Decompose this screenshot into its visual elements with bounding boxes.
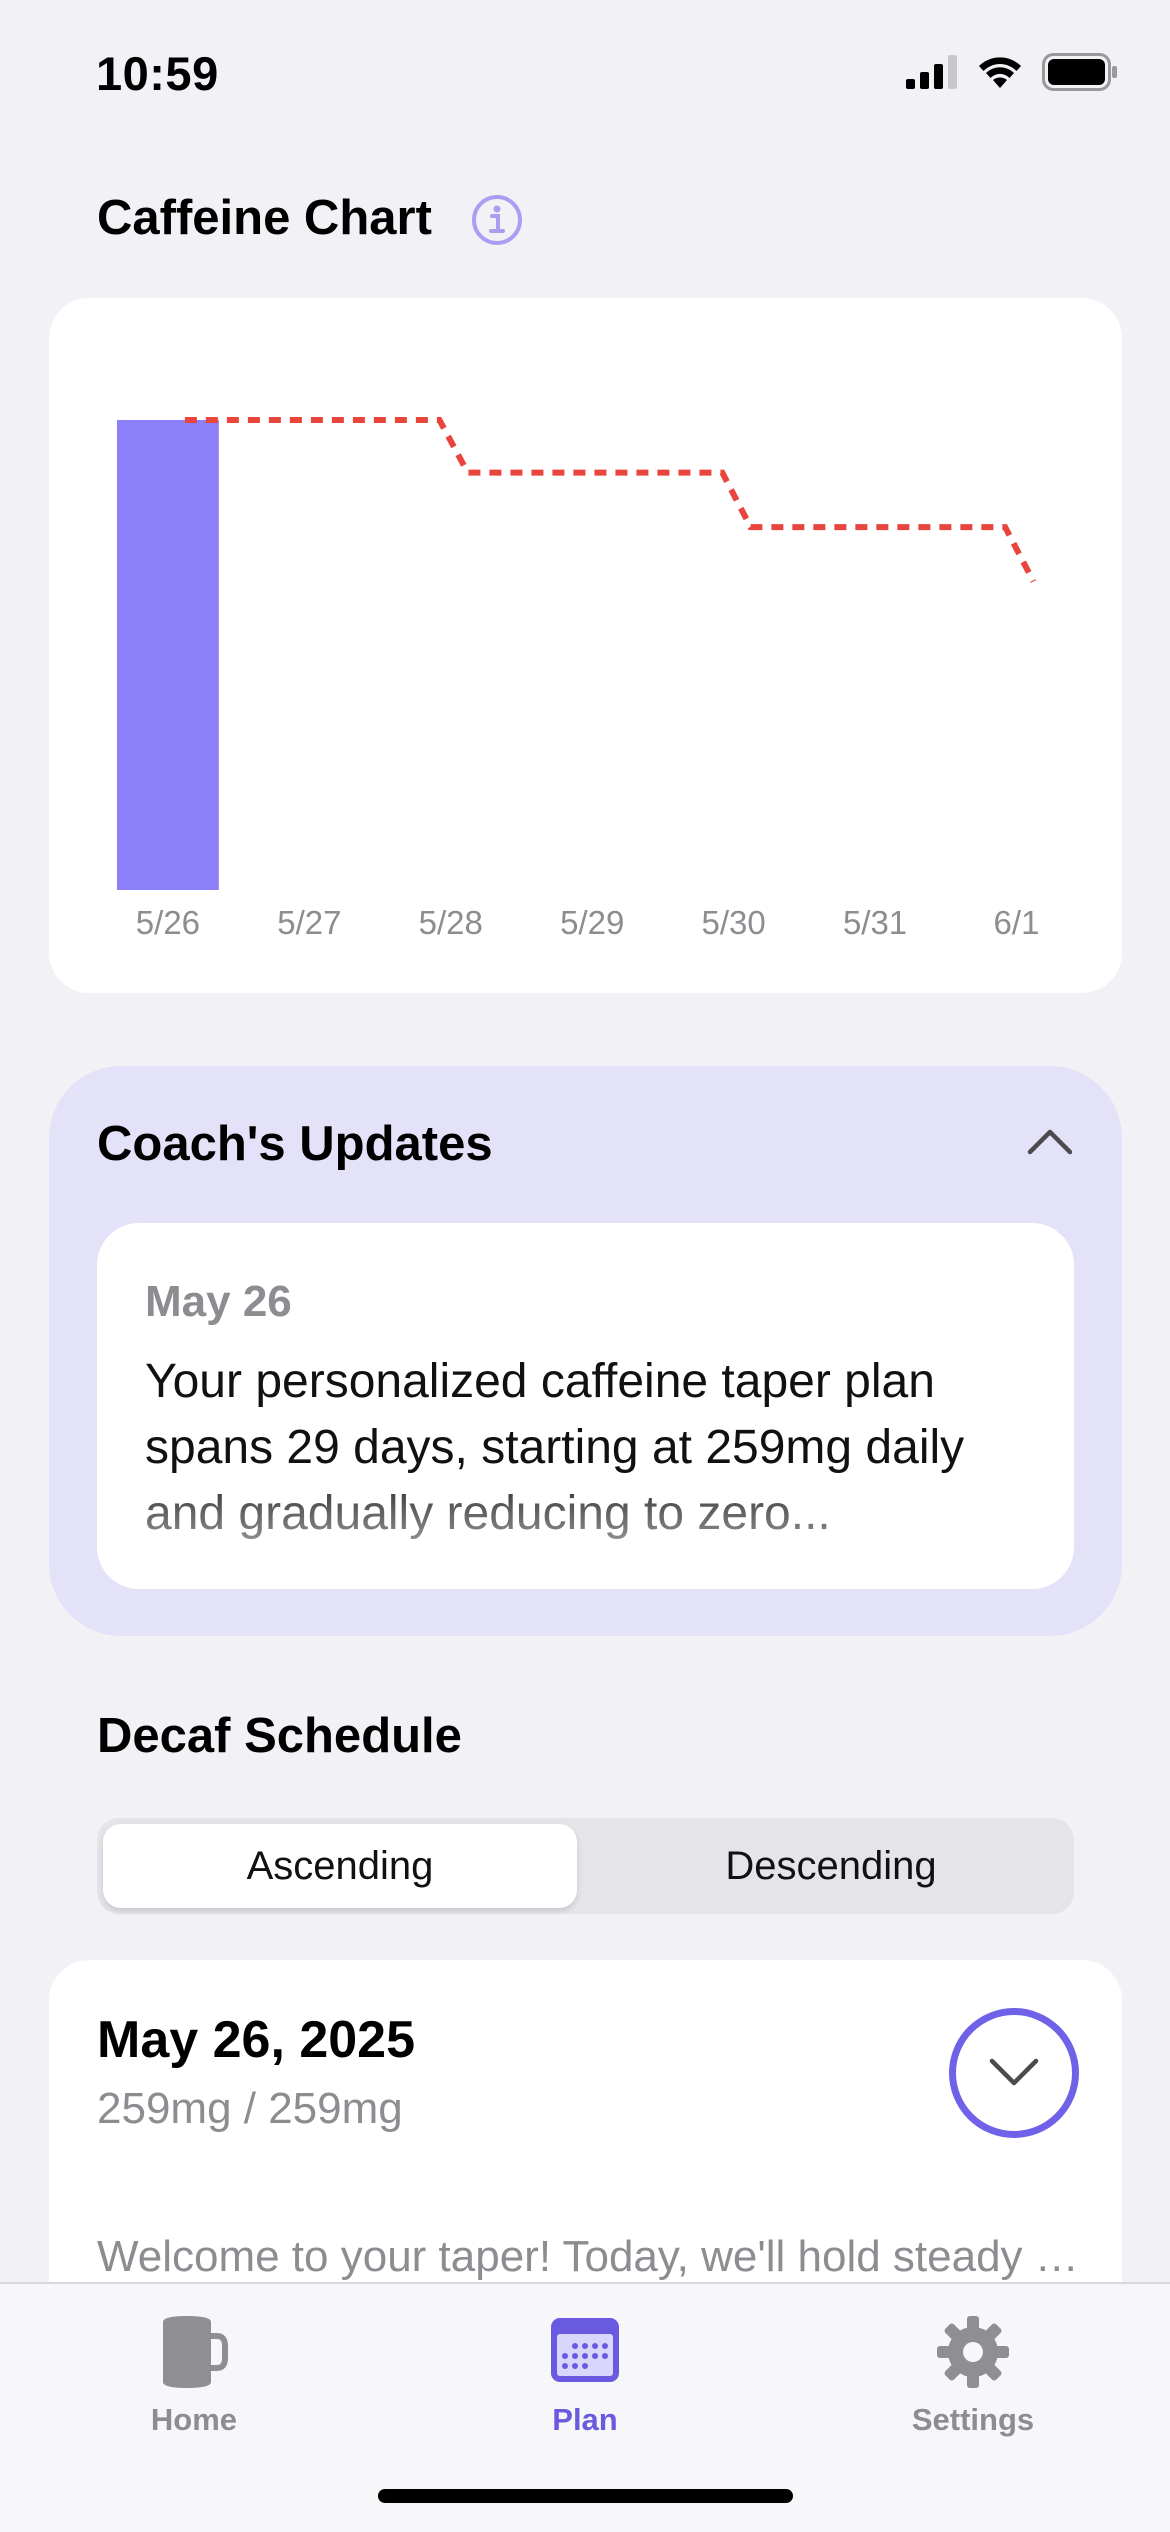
sort-order-segmented-control: Ascending Descending xyxy=(97,1818,1074,1914)
tab-home-label: Home xyxy=(150,2402,238,2437)
coach-updates-title: Coach's Updates xyxy=(97,1117,493,1171)
status-time: 10:59 xyxy=(96,47,219,100)
chart-tick-label: 5/26 xyxy=(136,904,200,941)
chart-tick-label: 5/31 xyxy=(843,904,907,941)
battery-icon xyxy=(1042,53,1117,91)
chart-section-title: Caffeine Chart xyxy=(97,191,432,245)
tab-settings[interactable]: Settings xyxy=(843,2302,1103,2442)
segment-descending[interactable]: Descending xyxy=(594,1824,1068,1908)
schedule-date: May 26, 2025 xyxy=(97,2011,416,2069)
tab-plan[interactable]: Plan xyxy=(455,2302,715,2442)
caffeine-chart-card: 5/26 5/27 5/28 5/29 5/30 5/31 6/1 xyxy=(49,298,1122,993)
tab-home[interactable]: Home xyxy=(64,2302,324,2442)
decaf-schedule-title: Decaf Schedule xyxy=(97,1709,462,1763)
schedule-note: Welcome to your taper! Today, we'll hold… xyxy=(97,2232,1097,2281)
segment-ascending[interactable]: Ascending xyxy=(103,1824,577,1908)
tab-plan-label: Plan xyxy=(552,2402,618,2437)
wifi-icon xyxy=(979,57,1021,88)
status-bar: 10:59 xyxy=(0,0,1170,150)
coach-update-item[interactable]: May 26 Your personalized caffeine taper … xyxy=(97,1223,1074,1589)
chart-tick-label: 5/28 xyxy=(419,904,483,941)
info-icon[interactable] xyxy=(470,193,524,247)
chart-tick-label: 5/29 xyxy=(560,904,624,941)
home-indicator xyxy=(378,2489,793,2503)
mug-icon xyxy=(163,2316,228,2388)
schedule-amount: 259mg / 259mg xyxy=(97,2084,403,2133)
chart-target-line xyxy=(184,417,1037,583)
chevron-up-icon[interactable] xyxy=(1026,1120,1074,1160)
chart-tick-label: 6/1 xyxy=(994,904,1040,941)
chart-tick-label: 5/27 xyxy=(277,904,341,941)
chevron-down-icon xyxy=(989,2058,1039,2086)
gear-icon xyxy=(937,2316,1009,2388)
coach-updates-card: Coach's Updates May 26 Your personalized… xyxy=(49,1066,1122,1636)
update-date: May 26 xyxy=(145,1277,292,1326)
calendar-icon xyxy=(551,2318,619,2382)
expand-day-button[interactable] xyxy=(949,2008,1079,2138)
caffeine-chart: 5/26 5/27 5/28 5/29 5/30 5/31 6/1 xyxy=(117,417,1040,941)
tab-settings-label: Settings xyxy=(911,2402,1035,2437)
cellular-signal-icon xyxy=(906,55,957,89)
chart-bar-5-26 xyxy=(117,420,219,890)
status-icons xyxy=(906,52,1118,92)
chart-tick-label: 5/30 xyxy=(702,904,766,941)
update-text-fade xyxy=(97,1491,1074,1589)
